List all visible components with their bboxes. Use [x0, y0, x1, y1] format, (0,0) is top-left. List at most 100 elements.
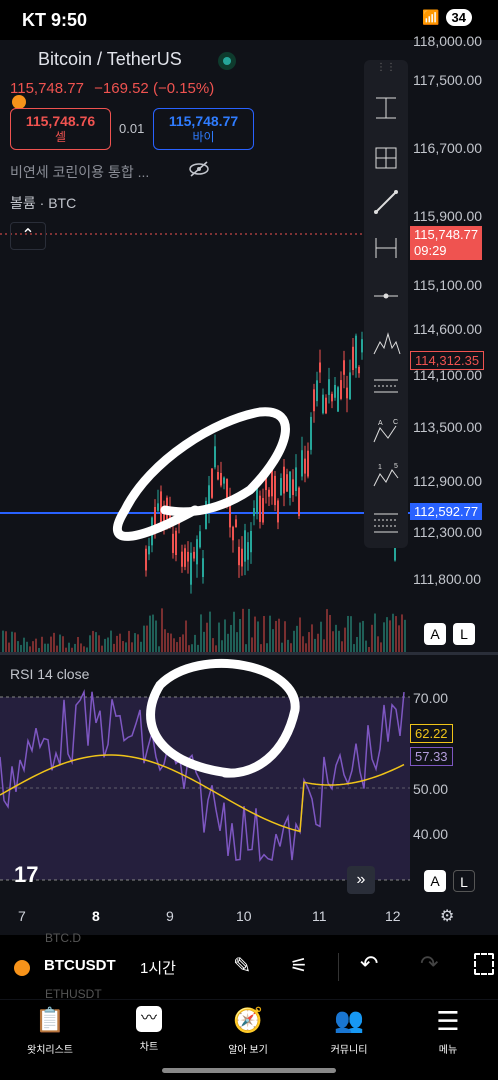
spread-value: 0.01	[119, 121, 145, 136]
ticker-coin-icon	[14, 960, 30, 976]
rsi-value-tag: 57.33	[410, 747, 453, 766]
time-tick: 11	[312, 908, 327, 924]
drag-handle-icon[interactable]: ⋮⋮	[370, 62, 402, 78]
nav-watchlist[interactable]: 📋 왓치리스트	[15, 1006, 85, 1056]
watchlist-icon: 📋	[35, 1007, 65, 1034]
price-chart-pane[interactable]: Bitcoin / TetherUS 115,748.77 −169.52 (−…	[0, 34, 498, 652]
volume-label[interactable]: 볼륨 · BTC	[10, 193, 76, 213]
price-tick: 115,100.00	[413, 277, 483, 293]
nav-chart[interactable]: 〰 차트	[114, 1006, 184, 1053]
fullscreen-icon[interactable]	[474, 953, 494, 975]
sell-price: 115,748.76	[25, 113, 96, 129]
collapse-chevron-icon[interactable]: ⌃	[10, 222, 46, 250]
price-tick: 112,300.00	[413, 524, 483, 540]
scroll-to-realtime-icon[interactable]: »	[347, 866, 375, 894]
sell-label: 셀	[54, 130, 67, 144]
candle-countdown: 09:29	[414, 243, 447, 258]
sell-button[interactable]: 115,748.76 셀	[10, 108, 111, 150]
price-tick: 114,100.00	[413, 367, 483, 383]
indicators-icon[interactable]: ⚟	[290, 953, 308, 978]
carrier: KT	[22, 10, 46, 30]
time-tick: 8	[92, 908, 100, 924]
battery-badge: 34	[445, 9, 472, 26]
price-tick: 114,600.00	[413, 321, 483, 337]
rsi-auto-scale-button[interactable]: A	[424, 870, 446, 892]
nav-community[interactable]: 👥 커뮤니티	[314, 1006, 384, 1056]
time-tick: 10	[236, 908, 252, 924]
nav-label: 차트	[139, 1042, 159, 1053]
ticker-behind-2: ETHUSDT	[45, 987, 102, 1001]
nav-label: 왓치리스트	[27, 1045, 73, 1056]
drawing-tools-panel[interactable]: ⋮⋮ AC 15	[364, 60, 408, 548]
elliott-wave-icon[interactable]: 15	[370, 460, 402, 492]
last-price: 115,748.77	[10, 80, 84, 97]
abcd-pattern-icon[interactable]: AC	[370, 416, 402, 448]
price-tick: 117,500.00	[413, 72, 483, 88]
indicator-overlay-label[interactable]: 비연세 코린이용 통합 ...	[10, 162, 149, 182]
fib-retracement-icon[interactable]	[370, 506, 402, 538]
ticker-symbol[interactable]: BTCUSDT	[44, 957, 116, 974]
rsi-log-scale-button[interactable]: L	[453, 870, 475, 892]
horizontal-line-icon[interactable]	[370, 280, 402, 312]
menu-icon: ☰	[436, 1006, 460, 1036]
toolbar-divider	[338, 953, 339, 981]
market-open-icon	[218, 52, 236, 70]
rsi-ma-tag: 62.22	[410, 724, 453, 743]
price-line: 115,748.77 −169.52 (−0.15%)	[10, 80, 214, 97]
nav-label: 알아 보기	[228, 1045, 268, 1056]
price-tick: 115,900.00	[413, 208, 483, 224]
date-range-icon[interactable]	[370, 232, 402, 264]
eye-hidden-icon[interactable]	[188, 160, 210, 178]
current-price: 115,748.77	[414, 227, 479, 242]
price-tick: 113,500.00	[413, 419, 483, 435]
svg-text:C: C	[393, 419, 398, 426]
price-tick: 116,700.00	[413, 140, 483, 156]
home-indicator	[162, 1068, 336, 1073]
date-price-range-icon[interactable]	[370, 142, 402, 174]
log-scale-button[interactable]: L	[453, 623, 475, 645]
rsi-chart[interactable]	[0, 655, 410, 893]
time-axis[interactable]: 7 8 9 10 11 12 ⚙	[0, 900, 498, 934]
redo-icon[interactable]: ↷	[420, 951, 438, 977]
bitcoin-icon	[12, 95, 26, 109]
chart-settings-icon[interactable]: ⚙	[440, 906, 454, 926]
time-tick: 7	[18, 908, 26, 924]
svg-text:A: A	[378, 420, 383, 427]
rsi-level-40: 40.00	[413, 826, 449, 842]
head-shoulders-icon[interactable]	[370, 328, 402, 360]
price-change: −169.52 (−0.15%)	[94, 80, 215, 97]
nav-label: 커뮤니티	[330, 1045, 368, 1056]
auto-scale-button[interactable]: A	[424, 623, 446, 645]
trend-line-icon[interactable]	[370, 186, 402, 218]
price-tick: 112,900.00	[413, 473, 483, 489]
time-tick: 12	[385, 908, 401, 924]
nav-explore[interactable]: 🧭 알아 보기	[213, 1006, 283, 1056]
svg-text:1: 1	[378, 464, 382, 471]
price-tick: 118,000.00	[413, 33, 483, 49]
clock: 9:50	[51, 10, 88, 30]
community-icon: 👥	[334, 1007, 364, 1034]
interval-selector[interactable]: 1시간	[140, 957, 176, 978]
time-tick: 9	[166, 908, 174, 924]
buy-button[interactable]: 115,748.77 바이	[153, 108, 254, 150]
price-tick: 111,800.00	[413, 571, 481, 587]
chart-toolbar: BTC.D ETHUSDT BTCUSDT 1시간 ✎ ⚟ ↶ ↷	[0, 931, 498, 1001]
rsi-level-50: 50.00	[413, 781, 449, 797]
high-price-tag: 114,312.35	[410, 351, 485, 370]
current-price-tag: 115,748.77 09:29	[410, 226, 483, 260]
rsi-level-70: 70.00	[413, 690, 449, 706]
price-range-icon[interactable]	[370, 92, 402, 124]
buy-label: 바이	[192, 130, 215, 144]
pencil-icon[interactable]: ✎	[233, 953, 251, 979]
line-price-tag: 112,592.77	[410, 503, 483, 520]
wifi-icon: 📶	[422, 9, 440, 25]
hand-drawn-circle-lower	[146, 659, 300, 778]
undo-icon[interactable]: ↶	[360, 951, 378, 977]
nav-menu[interactable]: ☰ 메뉴	[413, 1006, 483, 1056]
tradingview-logo: 17	[14, 862, 39, 887]
parallel-channel-icon[interactable]	[370, 370, 402, 402]
symbol-title[interactable]: Bitcoin / TetherUS	[38, 49, 182, 70]
chart-icon: 〰	[136, 1006, 162, 1032]
svg-text:5: 5	[394, 463, 398, 470]
ticker-behind-1: BTC.D	[45, 931, 81, 945]
